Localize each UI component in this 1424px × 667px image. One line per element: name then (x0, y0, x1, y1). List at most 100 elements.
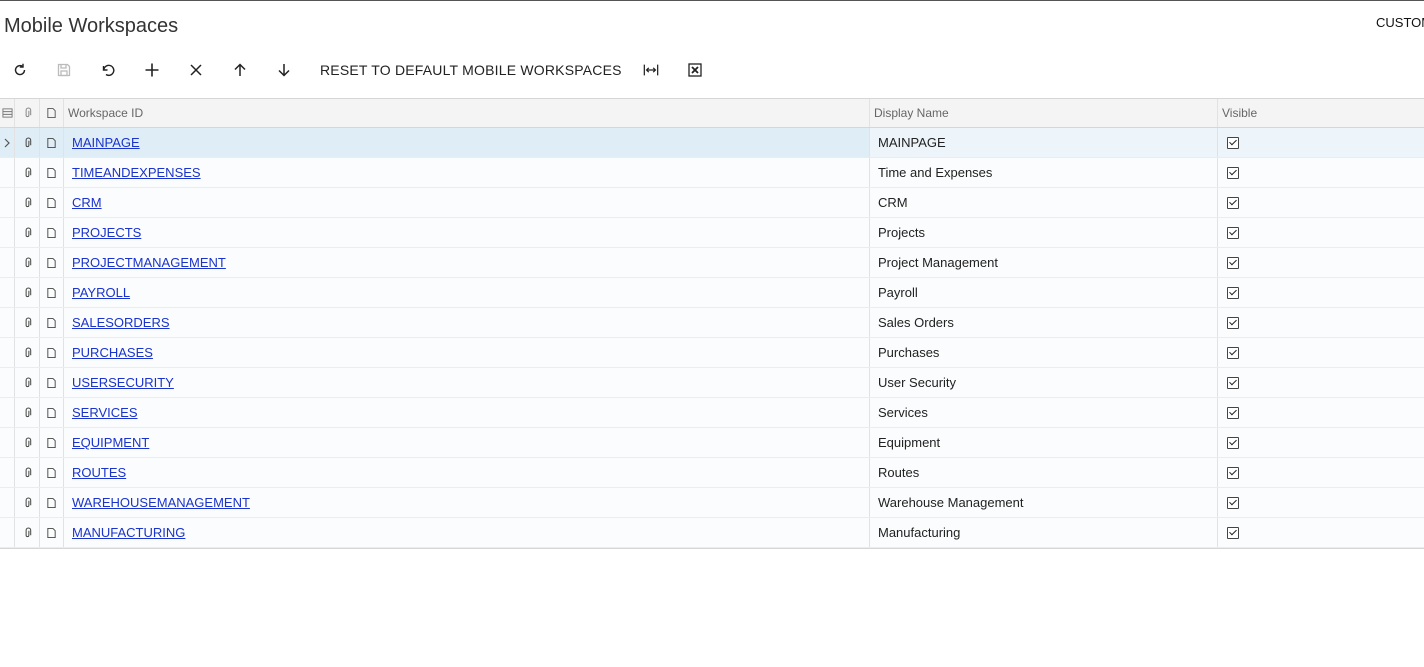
table-row[interactable]: WAREHOUSEMANAGEMENT Warehouse Management (0, 488, 1424, 518)
visible-checkbox[interactable] (1227, 256, 1239, 269)
visible-checkbox[interactable] (1227, 286, 1239, 299)
row-selector[interactable] (0, 518, 15, 547)
reset-to-default-button[interactable]: RESET TO DEFAULT MOBILE WORKSPACES (312, 55, 630, 85)
workspace-id-link[interactable]: SERVICES (72, 405, 138, 420)
workspace-id-link[interactable]: ROUTES (72, 465, 126, 480)
table-row[interactable]: ROUTES Routes (0, 458, 1424, 488)
row-selector[interactable] (0, 338, 15, 367)
paperclip-icon[interactable] (15, 158, 40, 187)
visible-checkbox[interactable] (1227, 466, 1239, 479)
display-name-cell[interactable]: Warehouse Management (870, 488, 1218, 517)
workspace-id-link[interactable]: SALESORDERS (72, 315, 170, 330)
row-selector-header-icon[interactable] (0, 99, 15, 127)
paperclip-icon[interactable] (15, 218, 40, 247)
paperclip-icon[interactable] (15, 128, 40, 157)
note-icon[interactable] (40, 308, 64, 337)
visible-checkbox[interactable] (1227, 376, 1239, 389)
workspace-id-link[interactable]: PROJECTMANAGEMENT (72, 255, 226, 270)
note-icon[interactable] (40, 398, 64, 427)
table-row[interactable]: CRM CRM (0, 188, 1424, 218)
display-name-cell[interactable]: Project Management (870, 248, 1218, 277)
paperclip-icon[interactable] (15, 368, 40, 397)
display-name-cell[interactable]: Equipment (870, 428, 1218, 457)
display-name-cell[interactable]: MAINPAGE (870, 128, 1218, 157)
customization-menu[interactable]: CUSTOMIZATION (1376, 15, 1424, 30)
note-icon[interactable] (40, 128, 64, 157)
close-icon[interactable] (181, 55, 211, 85)
note-icon[interactable] (40, 458, 64, 487)
display-name-cell[interactable]: Sales Orders (870, 308, 1218, 337)
visible-checkbox[interactable] (1227, 316, 1239, 329)
table-row[interactable]: PROJECTS Projects (0, 218, 1424, 248)
paperclip-icon[interactable] (15, 488, 40, 517)
visible-checkbox[interactable] (1227, 436, 1239, 449)
visible-checkbox[interactable] (1227, 166, 1239, 179)
row-selector[interactable] (0, 128, 15, 157)
fit-to-screen-icon[interactable] (636, 55, 666, 85)
note-icon[interactable] (40, 368, 64, 397)
workspace-id-link[interactable]: PAYROLL (72, 285, 130, 300)
display-name-cell[interactable]: Time and Expenses (870, 158, 1218, 187)
excel-icon[interactable] (680, 55, 710, 85)
workspace-id-link[interactable]: MANUFACTURING (72, 525, 185, 540)
workspace-id-link[interactable]: EQUIPMENT (72, 435, 149, 450)
table-row[interactable]: USERSECURITY User Security (0, 368, 1424, 398)
row-selector[interactable] (0, 218, 15, 247)
workspace-id-link[interactable]: PURCHASES (72, 345, 153, 360)
visible-checkbox[interactable] (1227, 196, 1239, 209)
visible-checkbox[interactable] (1227, 496, 1239, 509)
workspace-id-link[interactable]: USERSECURITY (72, 375, 174, 390)
table-row[interactable]: PROJECTMANAGEMENT Project Management (0, 248, 1424, 278)
display-name-cell[interactable]: Services (870, 398, 1218, 427)
workspace-id-link[interactable]: WAREHOUSEMANAGEMENT (72, 495, 250, 510)
table-row[interactable]: SALESORDERS Sales Orders (0, 308, 1424, 338)
note-icon[interactable] (40, 218, 64, 247)
row-selector[interactable] (0, 248, 15, 277)
display-name-cell[interactable]: CRM (870, 188, 1218, 217)
visible-checkbox[interactable] (1227, 406, 1239, 419)
display-name-cell[interactable]: Projects (870, 218, 1218, 247)
paperclip-icon[interactable] (15, 188, 40, 217)
visible-checkbox[interactable] (1227, 136, 1239, 149)
display-name-cell[interactable]: User Security (870, 368, 1218, 397)
note-icon[interactable] (40, 518, 64, 547)
table-row[interactable]: SERVICES Services (0, 398, 1424, 428)
paperclip-icon[interactable] (15, 248, 40, 277)
column-header-display-name[interactable]: Display Name (870, 99, 1218, 127)
paperclip-icon[interactable] (15, 458, 40, 487)
note-icon[interactable] (40, 488, 64, 517)
arrow-up-icon[interactable] (225, 55, 255, 85)
display-name-cell[interactable]: Manufacturing (870, 518, 1218, 547)
row-selector[interactable] (0, 158, 15, 187)
table-row[interactable]: PAYROLL Payroll (0, 278, 1424, 308)
column-header-visible[interactable]: Visible (1218, 99, 1424, 127)
table-row[interactable]: MANUFACTURING Manufacturing (0, 518, 1424, 548)
paperclip-icon[interactable] (15, 278, 40, 307)
note-icon[interactable] (40, 278, 64, 307)
plus-icon[interactable] (137, 55, 167, 85)
paperclip-icon[interactable] (15, 308, 40, 337)
paperclip-icon[interactable] (15, 338, 40, 367)
row-selector[interactable] (0, 458, 15, 487)
table-row[interactable]: MAINPAGE MAINPAGE (0, 128, 1424, 158)
row-selector[interactable] (0, 308, 15, 337)
note-icon[interactable] (40, 188, 64, 217)
row-selector[interactable] (0, 278, 15, 307)
table-row[interactable]: EQUIPMENT Equipment (0, 428, 1424, 458)
workspace-id-link[interactable]: MAINPAGE (72, 135, 140, 150)
workspace-id-link[interactable]: PROJECTS (72, 225, 141, 240)
display-name-cell[interactable]: Routes (870, 458, 1218, 487)
workspace-id-link[interactable]: TIMEANDEXPENSES (72, 165, 201, 180)
table-row[interactable]: TIMEANDEXPENSES Time and Expenses (0, 158, 1424, 188)
row-selector[interactable] (0, 398, 15, 427)
row-selector[interactable] (0, 428, 15, 457)
display-name-cell[interactable]: Payroll (870, 278, 1218, 307)
undo-icon[interactable] (93, 55, 123, 85)
row-selector[interactable] (0, 488, 15, 517)
paperclip-icon[interactable] (15, 518, 40, 547)
visible-checkbox[interactable] (1227, 226, 1239, 239)
note-icon[interactable] (40, 428, 64, 457)
column-header-workspace-id[interactable]: Workspace ID (64, 99, 870, 127)
arrow-down-icon[interactable] (269, 55, 299, 85)
visible-checkbox[interactable] (1227, 526, 1239, 539)
